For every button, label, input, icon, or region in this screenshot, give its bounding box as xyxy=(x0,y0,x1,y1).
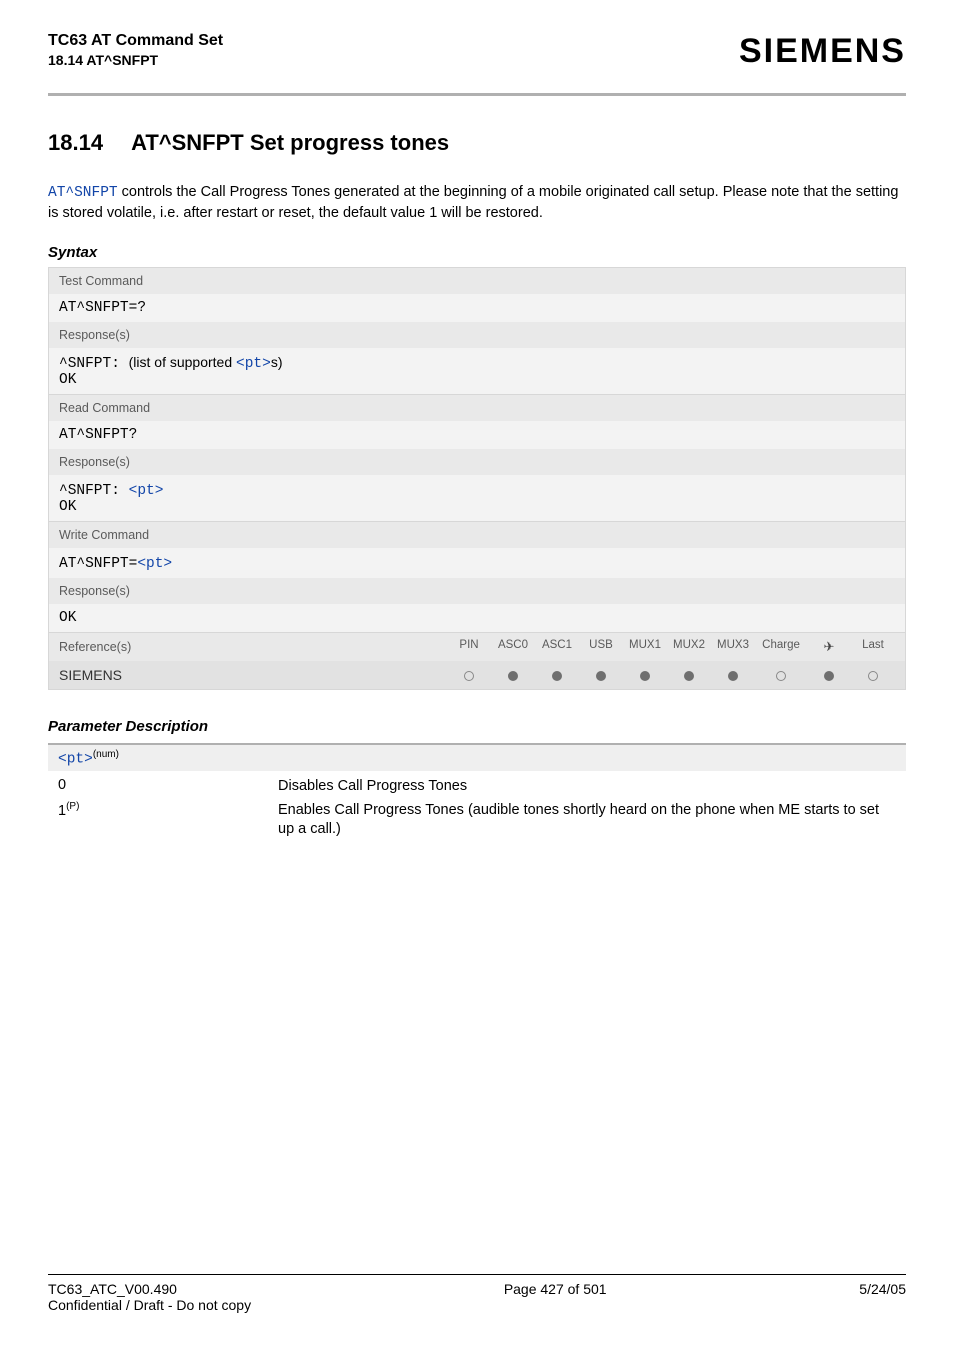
param-row-1: 1(P) Enables Call Progress Tones (audibl… xyxy=(58,799,896,842)
circle-empty-icon xyxy=(776,671,786,681)
page-footer: TC63_ATC_V00.490 Confidential / Draft - … xyxy=(48,1274,906,1313)
ref-col-last: Last xyxy=(851,639,895,655)
circle-filled-icon xyxy=(508,671,518,681)
read-response-ok: OK xyxy=(59,499,895,515)
syntax-label: Syntax xyxy=(48,244,906,261)
dot-airplane xyxy=(807,667,851,683)
circle-filled-icon xyxy=(728,671,738,681)
ref-col-mux3: MUX3 xyxy=(711,639,755,655)
section-number: 18.14 xyxy=(48,130,103,155)
pt-param-sup: (num) xyxy=(93,749,119,760)
reference-columns: PIN ASC0 ASC1 USB MUX1 MUX2 MUX3 Charge … xyxy=(447,639,895,655)
parameter-table: 0 Disables Call Progress Tones 1(P) Enab… xyxy=(48,771,906,842)
read-response-head: Response(s) xyxy=(49,449,905,475)
param-val-1: Enables Call Progress Tones (audible ton… xyxy=(278,799,896,842)
section-title: AT^SNFPT Set progress tones xyxy=(131,130,449,155)
write-response-ok: OK xyxy=(49,604,905,632)
param-key-1-value: 1 xyxy=(58,803,66,819)
parameter-block: <pt>(num) 0 Disables Call Progress Tones… xyxy=(48,743,906,842)
footer-docver: TC63_ATC_V00.490 xyxy=(48,1281,251,1297)
reference-vendor: SIEMENS xyxy=(59,667,122,683)
ref-col-asc0: ASC0 xyxy=(491,639,535,655)
test-command-head: Test Command xyxy=(49,268,905,294)
dot-asc1 xyxy=(535,667,579,683)
test-response-before: (list of supported xyxy=(129,354,236,370)
doc-title: TC63 AT Command Set xyxy=(48,32,223,50)
test-command-code: AT^SNFPT=? xyxy=(49,294,905,322)
circle-filled-icon xyxy=(684,671,694,681)
dot-usb xyxy=(579,667,623,683)
footer-confidential: Confidential / Draft - Do not copy xyxy=(48,1297,251,1313)
read-response-prefix: ^SNFPT: xyxy=(59,483,129,499)
airplane-icon: ✈ xyxy=(807,639,851,655)
dot-mux2 xyxy=(667,667,711,683)
doc-subtitle: 18.14 AT^SNFPT xyxy=(48,52,223,68)
pt-param-link[interactable]: <pt> xyxy=(129,483,164,499)
pt-param-name[interactable]: <pt> xyxy=(58,751,93,767)
footer-date: 5/24/05 xyxy=(859,1281,906,1313)
ref-col-charge: Charge xyxy=(755,639,807,655)
parameter-description-label: Parameter Description xyxy=(48,718,906,735)
page-header: TC63 AT Command Set 18.14 AT^SNFPT SIEME… xyxy=(0,0,954,83)
test-response-ok: OK xyxy=(59,372,895,388)
circle-filled-icon xyxy=(552,671,562,681)
dot-mux1 xyxy=(623,667,667,683)
circle-filled-icon xyxy=(596,671,606,681)
circle-filled-icon xyxy=(824,671,834,681)
param-key-1: 1(P) xyxy=(58,799,278,842)
circle-empty-icon xyxy=(868,671,878,681)
test-response-body: ^SNFPT: (list of supported <pt>s) OK xyxy=(49,348,905,394)
write-command-head: Write Command xyxy=(49,521,905,548)
ref-col-mux1: MUX1 xyxy=(623,639,667,655)
ref-col-usb: USB xyxy=(579,639,623,655)
syntax-block: Test Command AT^SNFPT=? Response(s) ^SNF… xyxy=(48,267,906,690)
circle-filled-icon xyxy=(640,671,650,681)
pt-param-link[interactable]: <pt> xyxy=(137,556,172,572)
reference-dots xyxy=(447,667,895,683)
test-response-prefix: ^SNFPT: xyxy=(59,356,129,372)
dot-mux3 xyxy=(711,667,755,683)
test-response-head: Response(s) xyxy=(49,322,905,348)
pt-param-link[interactable]: <pt> xyxy=(236,356,271,372)
siemens-logo: SIEMENS xyxy=(739,32,906,71)
param-row-0: 0 Disables Call Progress Tones xyxy=(58,775,896,799)
read-command-code: AT^SNFPT? xyxy=(49,421,905,449)
test-response-after: s) xyxy=(271,354,283,370)
footer-left: TC63_ATC_V00.490 Confidential / Draft - … xyxy=(48,1281,251,1313)
dot-asc0 xyxy=(491,667,535,683)
param-key-1-sup: (P) xyxy=(66,801,79,812)
reference-value-row: SIEMENS xyxy=(49,661,905,689)
write-code-prefix: AT^SNFPT= xyxy=(59,556,137,572)
write-response-head: Response(s) xyxy=(49,578,905,604)
parameter-name-row: <pt>(num) xyxy=(48,745,906,772)
footer-page: Page 427 of 501 xyxy=(504,1281,607,1313)
write-command-code: AT^SNFPT=<pt> xyxy=(49,548,905,578)
ref-col-mux2: MUX2 xyxy=(667,639,711,655)
param-key-0: 0 xyxy=(58,775,278,799)
header-left: TC63 AT Command Set 18.14 AT^SNFPT xyxy=(48,32,223,68)
ref-col-pin: PIN xyxy=(447,639,491,655)
page-content: 18.14 AT^SNFPT Set progress tones AT^SNFP… xyxy=(0,96,954,842)
dot-pin xyxy=(447,667,491,683)
intro-text: controls the Call Progress Tones generat… xyxy=(48,184,898,221)
ref-col-asc1: ASC1 xyxy=(535,639,579,655)
reference-header-row: Reference(s) PIN ASC0 ASC1 USB MUX1 MUX2… xyxy=(49,632,905,661)
dot-last xyxy=(851,667,895,683)
section-heading: 18.14 AT^SNFPT Set progress tones xyxy=(48,130,906,156)
intro-paragraph: AT^SNFPT controls the Call Progress Tone… xyxy=(48,182,906,224)
circle-empty-icon xyxy=(464,671,474,681)
reference-label: Reference(s) xyxy=(59,640,131,654)
param-val-0: Disables Call Progress Tones xyxy=(278,775,896,799)
read-command-head: Read Command xyxy=(49,394,905,421)
read-response-body: ^SNFPT: <pt> OK xyxy=(49,475,905,521)
dot-charge xyxy=(755,667,807,683)
at-command-link[interactable]: AT^SNFPT xyxy=(48,185,118,201)
